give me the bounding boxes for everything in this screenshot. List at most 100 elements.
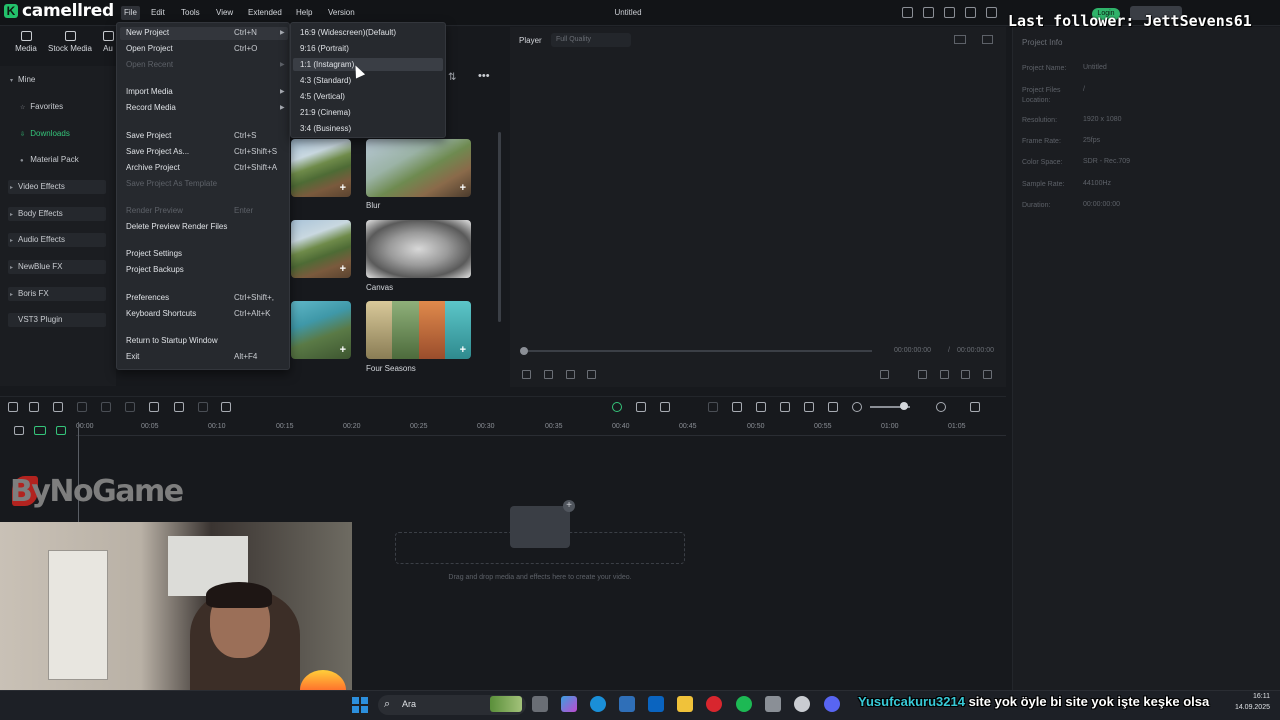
marker-icon[interactable] — [880, 370, 889, 379]
redo-icon[interactable] — [77, 402, 87, 412]
next-frame-icon[interactable] — [566, 370, 575, 379]
sidebar-item-material-pack[interactable]: ● Material Pack — [20, 153, 79, 167]
effect-thumbnail[interactable]: + — [291, 220, 351, 278]
cloud-icon[interactable] — [986, 7, 997, 18]
clock-time[interactable]: 16:11 — [1238, 693, 1270, 700]
sidebar-item-boris-fx[interactable]: ▸ Boris FX — [8, 287, 106, 301]
menu-item-delete-preview-render[interactable]: Delete Preview Render Files — [126, 222, 227, 231]
color-icon[interactable] — [198, 402, 208, 412]
menu-version[interactable]: Version — [325, 6, 358, 20]
fullscreen-icon[interactable] — [983, 370, 992, 379]
add-icon[interactable]: + — [460, 344, 466, 356]
fit-icon[interactable] — [828, 402, 838, 412]
tab-stock-media[interactable]: Stock Media — [46, 31, 94, 53]
menu-tools[interactable]: Tools — [178, 6, 203, 20]
opera-icon[interactable] — [706, 696, 722, 712]
copilot-icon[interactable] — [561, 696, 577, 712]
link-icon[interactable] — [14, 426, 24, 435]
submenu-item-vertical[interactable]: 4:5 (Vertical) — [300, 92, 345, 101]
effect-thumbnail-four-seasons[interactable]: + — [366, 301, 471, 359]
edge-icon[interactable] — [590, 696, 606, 712]
microphone-icon[interactable] — [756, 402, 766, 412]
submenu-item-portrait[interactable]: 9:16 (Portrait) — [300, 44, 349, 53]
player-scrubber[interactable] — [524, 350, 872, 352]
send-icon[interactable] — [923, 7, 934, 18]
clock-date[interactable]: 14.09.2025 — [1228, 704, 1270, 711]
windows-start-icon[interactable] — [352, 697, 368, 713]
add-icon[interactable]: + — [340, 182, 346, 194]
filter-icon[interactable]: ⇅ — [448, 72, 456, 83]
submenu-item-instagram[interactable]: 1:1 (Instagram) — [300, 60, 354, 69]
outlook-icon[interactable] — [648, 696, 664, 712]
discord-icon[interactable] — [824, 696, 840, 712]
menu-item-open-recent[interactable]: Open Recent — [126, 60, 173, 69]
store-icon[interactable] — [619, 696, 635, 712]
pip-icon[interactable] — [804, 402, 814, 412]
more-icon[interactable]: ••• — [478, 70, 490, 82]
speed-icon[interactable] — [221, 402, 231, 412]
effect-thumbnail-canvas[interactable] — [366, 220, 471, 278]
menu-item-exit[interactable]: Exit — [126, 352, 139, 361]
menu-item-project-backups[interactable]: Project Backups — [126, 265, 184, 274]
add-icon[interactable]: + — [460, 182, 466, 194]
quality-select[interactable]: Full Quality — [551, 33, 631, 47]
sidebar-item-newblue-fx[interactable]: ▸ NewBlue FX — [8, 260, 106, 274]
menu-item-return-startup[interactable]: Return to Startup Window — [126, 336, 218, 345]
snapshot-icon[interactable] — [982, 35, 993, 44]
menu-item-save-project[interactable]: Save Project — [126, 131, 171, 140]
stop-icon[interactable] — [587, 370, 596, 379]
steam-icon[interactable] — [794, 696, 810, 712]
shield-icon[interactable] — [732, 402, 742, 412]
menu-extended[interactable]: Extended — [245, 6, 285, 20]
screen-icon[interactable] — [965, 7, 976, 18]
select-tool-icon[interactable] — [29, 402, 39, 412]
menu-item-preferences[interactable]: Preferences — [126, 293, 169, 302]
text-icon[interactable] — [149, 402, 159, 412]
magnet-icon[interactable] — [56, 426, 66, 435]
menu-help[interactable]: Help — [293, 6, 315, 20]
submenu-item-widescreen[interactable]: 16:9 (Widescreen)(Default) — [300, 28, 396, 37]
zoom-out-icon[interactable] — [852, 402, 862, 412]
tab-audio[interactable]: Au — [100, 31, 116, 53]
menu-item-open-project[interactable]: Open Project — [126, 44, 173, 53]
snap-icon[interactable] — [636, 402, 646, 412]
sidebar-item-audio-effects[interactable]: ▸ Audio Effects — [8, 233, 106, 247]
sidebar-item-body-effects[interactable]: ▸ Body Effects — [8, 207, 106, 221]
menu-item-record-media[interactable]: Record Media — [126, 103, 176, 112]
sidebar-item-video-effects[interactable]: ▸ Video Effects — [8, 180, 106, 194]
menu-edit[interactable]: Edit — [148, 6, 168, 20]
camera-icon[interactable] — [940, 370, 949, 379]
menu-item-project-settings[interactable]: Project Settings — [126, 249, 182, 258]
auto-icon[interactable] — [660, 402, 670, 412]
menu-item-save-as-template[interactable]: Save Project As Template — [126, 179, 217, 188]
add-icon[interactable]: + — [340, 263, 346, 275]
effect-thumbnail-blur[interactable]: + — [366, 139, 471, 197]
play-icon[interactable] — [544, 370, 553, 379]
effect-thumbnail[interactable]: + — [291, 139, 351, 197]
delete-icon[interactable] — [101, 402, 111, 412]
undo-icon[interactable] — [53, 402, 63, 412]
menu-item-render-preview[interactable]: Render Preview — [126, 206, 183, 215]
gift-icon[interactable] — [902, 7, 913, 18]
sidebar-item-favorites[interactable]: ☆ Favorites — [20, 100, 63, 114]
sidebar-item-mine[interactable]: ▾ Mine — [10, 73, 35, 87]
message-icon[interactable] — [944, 7, 955, 18]
folder-icon[interactable] — [677, 696, 693, 712]
layout-icon[interactable] — [8, 402, 18, 412]
render-icon[interactable] — [612, 402, 622, 412]
grid-icon[interactable] — [954, 35, 966, 44]
app-icon[interactable] — [765, 696, 781, 712]
scrubber-handle[interactable] — [520, 347, 528, 355]
track-add-icon[interactable] — [34, 426, 46, 435]
menu-item-archive-project[interactable]: Archive Project — [126, 163, 180, 172]
grid-icon[interactable] — [970, 402, 980, 412]
tab-media[interactable]: Media — [12, 31, 40, 53]
cut-icon[interactable] — [125, 402, 135, 412]
media-scrollbar[interactable] — [498, 132, 501, 322]
effect-thumbnail[interactable]: + — [291, 301, 351, 359]
zoom-slider-handle[interactable] — [900, 402, 908, 410]
prev-frame-icon[interactable] — [522, 370, 531, 379]
zoom-in-icon[interactable] — [936, 402, 946, 412]
crop-icon[interactable] — [174, 402, 184, 412]
menu-item-import-media[interactable]: Import Media — [126, 87, 173, 96]
